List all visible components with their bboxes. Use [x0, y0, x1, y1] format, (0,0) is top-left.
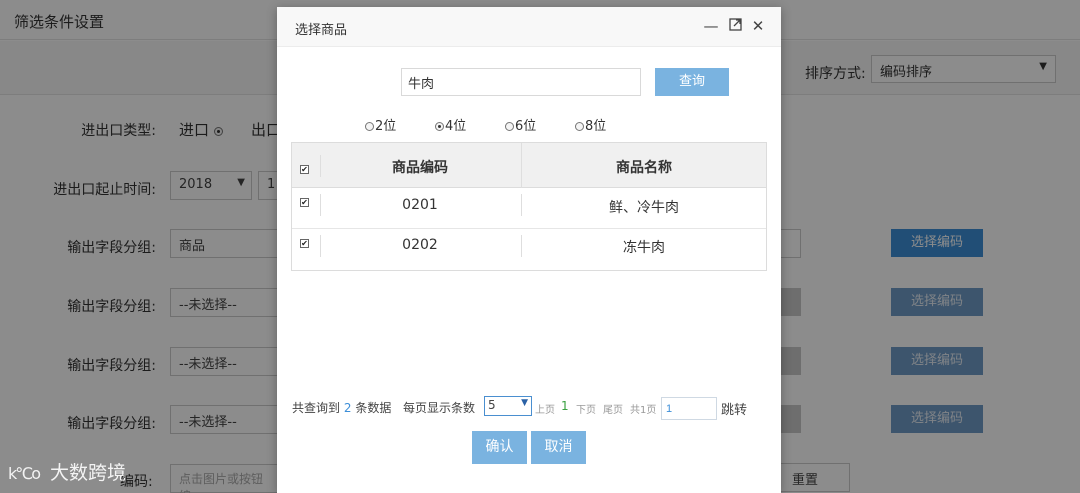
confirm-button[interactable]: 确认 — [472, 431, 527, 464]
next-page-link[interactable]: 下页 — [576, 401, 596, 416]
jump-page-input[interactable] — [661, 397, 717, 420]
cancel-button[interactable]: 取消 — [531, 431, 586, 464]
digit-option-label: 8位 — [585, 119, 607, 134]
last-page-link[interactable]: 尾页 — [603, 401, 623, 416]
maximize-icon[interactable] — [727, 17, 743, 35]
current-page: 1 — [561, 399, 569, 413]
product-table: ✔ 商品编码 商品名称 ✔ 0201 鲜、冷牛肉 ✔ 0202 冻牛肉 — [291, 142, 767, 271]
digit-option-label: 6位 — [515, 119, 537, 134]
digit-option-label: 2位 — [375, 119, 397, 134]
per-page-label: 每页显示条数 — [403, 401, 476, 415]
watermark-text: 大数跨境 — [50, 462, 127, 484]
table-row[interactable]: ✔ 0201 鲜、冷牛肉 — [292, 188, 766, 229]
table-header: ✔ 商品编码 商品名称 — [292, 143, 766, 188]
per-page-value: 5 — [488, 398, 496, 412]
digit-radio-8[interactable] — [575, 122, 584, 131]
digit-option-2[interactable]: 2位 — [365, 115, 396, 134]
result-count: 共查询到 2 条数据 — [292, 399, 391, 416]
result-count-prefix: 共查询到 — [292, 401, 341, 415]
minimize-icon[interactable]: — — [703, 17, 719, 35]
digit-radio-6[interactable] — [505, 122, 514, 131]
row-checkbox[interactable]: ✔ — [300, 239, 309, 248]
select-all-checkbox[interactable]: ✔ — [300, 165, 309, 174]
product-name: 冻牛肉 — [623, 240, 665, 256]
product-name: 鲜、冷牛肉 — [609, 200, 679, 216]
dialog-title: 选择商品 — [295, 23, 348, 38]
row-checkbox[interactable]: ✔ — [300, 198, 309, 207]
column-header-code[interactable]: 商品编码 — [320, 157, 520, 177]
prev-page-link[interactable]: 上页 — [535, 401, 555, 416]
jump-button[interactable]: 跳转 — [721, 399, 747, 418]
digit-option-label: 4位 — [445, 119, 467, 134]
query-button[interactable]: 查询 — [655, 68, 729, 96]
product-code: 0201 — [402, 197, 438, 213]
select-product-dialog: 选择商品 — ✕ 查询 2位 4位 6位 8位 ✔ 商品编码 商品名称 ✔ 02… — [277, 7, 781, 493]
digit-option-6[interactable]: 6位 — [505, 115, 536, 134]
result-count-suffix: 条数据 — [355, 401, 392, 415]
total-pages: 共1页 — [630, 405, 657, 416]
close-icon[interactable]: ✕ — [750, 17, 766, 35]
digit-radio-2[interactable] — [365, 122, 374, 131]
result-count-value: 2 — [343, 401, 352, 415]
digit-option-4[interactable]: 4位 — [435, 115, 466, 134]
chevron-down-icon: ▼ — [521, 398, 528, 408]
product-search-input[interactable] — [401, 68, 641, 96]
product-code: 0202 — [402, 237, 438, 253]
column-header-name[interactable]: 商品名称 — [521, 157, 767, 177]
table-row[interactable]: ✔ 0202 冻牛肉 — [292, 229, 766, 270]
digit-option-8[interactable]: 8位 — [575, 115, 606, 134]
digit-radio-4[interactable] — [435, 122, 444, 131]
watermark-logo: k℃o — [8, 464, 41, 483]
per-page-select[interactable]: 5 ▼ — [484, 396, 532, 416]
dialog-header: 选择商品 — ✕ — [277, 7, 781, 47]
watermark: k℃o 大数跨境 — [8, 458, 126, 485]
